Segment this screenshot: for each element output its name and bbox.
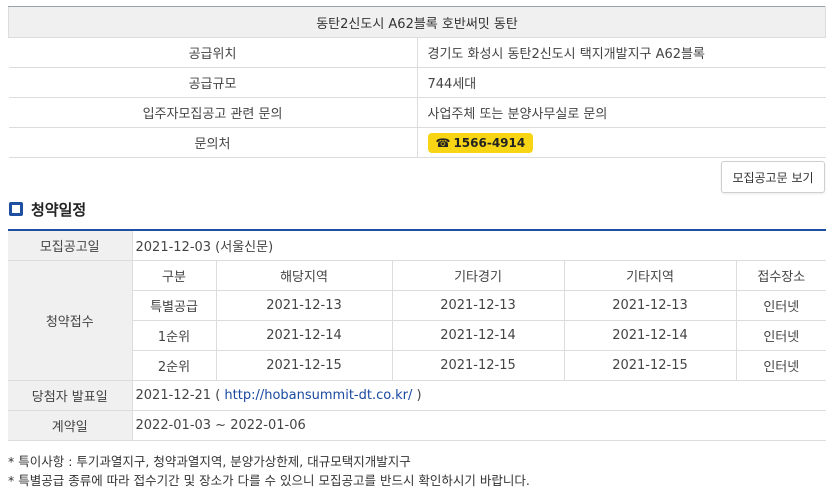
table-cell: 2021-12-15 <box>563 349 737 381</box>
table-cell: 2021-12-15 <box>391 349 565 381</box>
table-cell: 2021-12-14 <box>391 319 565 351</box>
table-cell: 2순위 <box>131 349 217 381</box>
section-heading: 청약일정 <box>9 198 86 220</box>
info-label: 문의처 <box>8 127 418 158</box>
table-cell: 2021-12-15 <box>215 349 393 381</box>
info-value: 사업주체 또는 분양사무실로 문의 <box>416 97 826 128</box>
table-cell: 인터넷 <box>735 289 827 321</box>
table-cell: 2021-12-14 <box>215 319 393 351</box>
schedule-table: 모집공고일 2021-12-03 (서울신문) 청약접수 구분 해당지역 기타경… <box>8 229 827 441</box>
info-label: 공급위치 <box>8 37 418 68</box>
note-line: * 특이사항 : 투기과열지구, 청약과열지역, 분양가상한제, 대규모택지개발… <box>8 454 411 469</box>
column-header: 기타경기 <box>391 259 565 291</box>
winner-row: 당첨자 발표일 2021-12-21 ( http://hobansummit-… <box>8 379 827 411</box>
info-row-location: 공급위치 경기도 화성시 동탄2신도시 택지개발지구 A62블록 <box>8 37 826 68</box>
table-cell: 2021-12-13 <box>563 289 737 321</box>
column-header: 구분 <box>131 259 217 291</box>
section-title: 청약일정 <box>31 200 87 219</box>
winner-label: 당첨자 발표일 <box>8 379 133 411</box>
winner-value: 2021-12-21 ( http://hobansummit-dt.co.kr… <box>131 379 827 411</box>
table-cell: 1순위 <box>131 319 217 351</box>
column-header: 기타지역 <box>563 259 737 291</box>
info-value: 744세대 <box>416 67 826 98</box>
contract-row: 계약일 2022-01-03 ~ 2022-01-06 <box>8 409 827 441</box>
info-row-scale: 공급규모 744세대 <box>8 67 826 98</box>
phone-icon: ☎ <box>435 135 451 150</box>
info-table: 동탄2신도시 A62블록 호반써밋 동탄 공급위치 경기도 화성시 동탄2신도시… <box>8 6 826 158</box>
phone-number: 1566-4914 <box>453 135 526 150</box>
table-cell: 2021-12-13 <box>215 289 393 321</box>
note-line: * 특별공급 종류에 따라 접수기간 및 장소가 다를 수 있으니 모집공고를 … <box>8 473 530 488</box>
complex-title: 동탄2신도시 A62블록 호반써밋 동탄 <box>8 6 826 38</box>
info-value: 경기도 화성시 동탄2신도시 택지개발지구 A62블록 <box>416 37 826 68</box>
announcement-row: 모집공고일 2021-12-03 (서울신문) <box>8 229 827 261</box>
table-cell: 인터넷 <box>735 319 827 351</box>
winner-date: 2021-12-21 <box>135 387 212 403</box>
table-cell: 2021-12-14 <box>563 319 737 351</box>
contract-label: 계약일 <box>8 409 133 441</box>
announcement-value: 2021-12-03 (서울신문) <box>131 229 827 261</box>
info-label: 공급규모 <box>8 67 418 98</box>
info-row-contact: 문의처 ☎ 1566-4914 <box>8 127 826 158</box>
application-header-row: 청약접수 구분 해당지역 기타경기 기타지역 접수장소 <box>8 259 827 381</box>
square-bullet-icon <box>9 202 23 216</box>
application-label: 청약접수 <box>8 259 133 381</box>
homepage-link[interactable]: http://hobansummit-dt.co.kr/ <box>224 388 412 403</box>
notes: * 특이사항 : 투기과열지구, 청약과열지역, 분양가상한제, 대규모택지개발… <box>8 452 530 490</box>
announcement-label: 모집공고일 <box>8 229 133 261</box>
table-cell: 인터넷 <box>735 349 827 381</box>
info-label: 입주자모집공고 관련 문의 <box>8 97 418 128</box>
phone-badge[interactable]: ☎ 1566-4914 <box>427 132 534 153</box>
column-header: 접수장소 <box>735 259 827 291</box>
view-notice-button[interactable]: 모집공고문 보기 <box>721 161 825 193</box>
table-cell: 2021-12-13 <box>391 289 565 321</box>
column-header: 해당지역 <box>215 259 393 291</box>
contract-value: 2022-01-03 ~ 2022-01-06 <box>131 409 827 441</box>
table-cell: 특별공급 <box>131 289 217 321</box>
info-row-inquiry: 입주자모집공고 관련 문의 사업주체 또는 분양사무실로 문의 <box>8 97 826 128</box>
